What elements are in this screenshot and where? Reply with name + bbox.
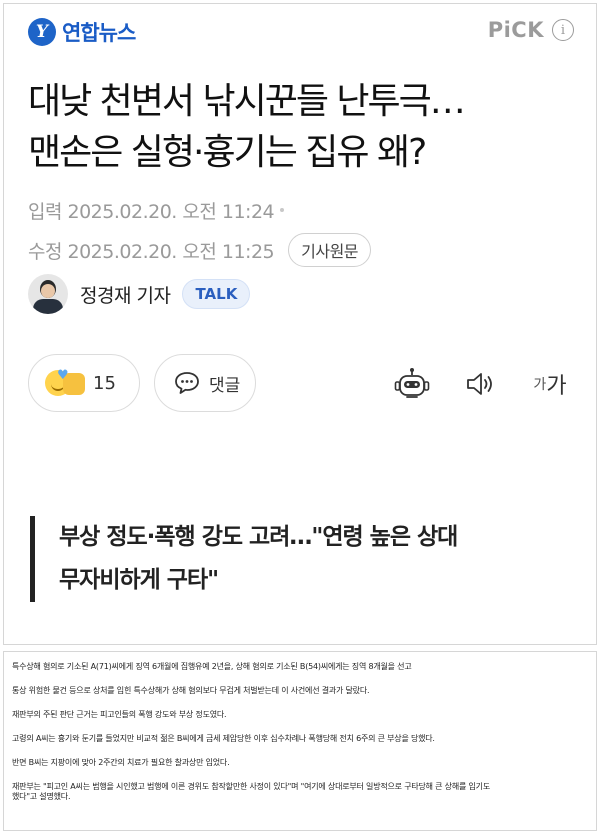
article-body-panel: 특수상해 혐의로 기소된 A(71)씨에게 징역 6개월에 집행유예 2년을, … (3, 651, 597, 831)
article-dates: 입력 2025.02.20. 오전 11:24 수정 2025.02.20. 오… (28, 190, 372, 270)
modified-date: 수정 2025.02.20. 오전 11:25 (28, 240, 275, 263)
speaker-icon (467, 373, 492, 395)
reaction-button[interactable]: ♥ 15 (28, 354, 140, 412)
yonhap-logo[interactable]: Y 연합뉴스 (28, 14, 136, 50)
reporter-name[interactable]: 정경재 기자 (80, 281, 171, 308)
info-icon[interactable]: i (552, 19, 574, 41)
published-row: 입력 2025.02.20. 오전 11:24 (28, 190, 371, 230)
article-body: 특수상해 혐의로 기소된 A(71)씨에게 징역 6개월에 집행유예 2년을, … (12, 662, 592, 816)
font-size-small: 가 (533, 377, 547, 393)
article-headline: 대낮 천변서 낚시꾼들 난투극… 맨손은 실형·흉기는 집유 왜? (28, 76, 580, 178)
paragraph: 재판부의 주된 판단 근거는 피고인들의 폭행 강도와 부상 정도였다. (12, 710, 227, 719)
paragraph-continuation: 했다"고 설명했다. (12, 792, 71, 801)
reporter-avatar[interactable] (28, 274, 68, 314)
paragraph: 반면 B씨는 지팡이에 맞아 2주간의 치료가 필요한 찰과상만 입었다. (12, 758, 230, 767)
modified-row: 수정 2025.02.20. 오전 11:25 기사원문 (28, 230, 372, 270)
subheadline-line-2: 무자비하게 구타" (59, 567, 219, 593)
font-size-button[interactable]: 가가 (528, 368, 572, 400)
comment-button[interactable]: 댓글 (154, 354, 256, 412)
pick-label: PiCK (487, 18, 544, 42)
subheadline-line-1: 부상 정도·폭행 강도 고려…"연령 높은 상대 (59, 524, 458, 550)
article-subheadline: 부상 정도·폭행 강도 고려…"연령 높은 상대 무자비하게 구타" (30, 516, 570, 602)
published-date: 입력 2025.02.20. 오전 11:24 (28, 200, 275, 223)
avatar-face (41, 284, 55, 298)
article-header-panel: Y 연합뉴스 PiCK i 대낮 천변서 낚시꾼들 난투극… 맨손은 실형·흉기… (3, 3, 597, 645)
avatar-body (33, 299, 63, 314)
headline-line-1: 대낮 천변서 낚시꾼들 난투극… (28, 81, 466, 122)
headline-line-2: 맨손은 실형·흉기는 집유 왜? (28, 132, 427, 173)
talk-button[interactable]: TALK (182, 279, 251, 309)
original-article-button[interactable]: 기사원문 (288, 233, 372, 267)
reaction-emoji-icon: ♥ (45, 368, 87, 398)
robot-icon (394, 368, 430, 398)
yonhap-logo-icon: Y (28, 18, 56, 46)
paragraph: 고령의 A씨는 흉기와 둔기를 들었지만 비교적 젊은 B씨에게 금세 제압당한… (12, 734, 435, 743)
summary-bot-button[interactable] (392, 368, 432, 400)
reporter-info: 정경재 기자 TALK (28, 274, 251, 314)
tts-button[interactable] (462, 368, 498, 400)
separator-dot (280, 208, 285, 212)
paragraph: 통상 위험한 물건 등으로 상처를 입힌 특수상해가 상해 혐의보다 무겁게 처… (12, 686, 370, 695)
logo-text: 연합뉴스 (62, 21, 136, 45)
reaction-count: 15 (93, 372, 116, 394)
comment-label: 댓글 (209, 375, 241, 396)
speech-bubble-icon (175, 372, 199, 394)
paragraph: 재판부는 "피고인 A씨는 범행을 시인했고 범행에 이른 경위도 참작할만한 … (12, 782, 490, 791)
article-actions: ♥ 15 댓글 가 가 (28, 354, 580, 414)
font-size-big: 가 (546, 374, 567, 399)
paragraph: 특수상해 혐의로 기소된 A(71)씨에게 징역 6개월에 집행유예 2년을, … (12, 662, 412, 671)
